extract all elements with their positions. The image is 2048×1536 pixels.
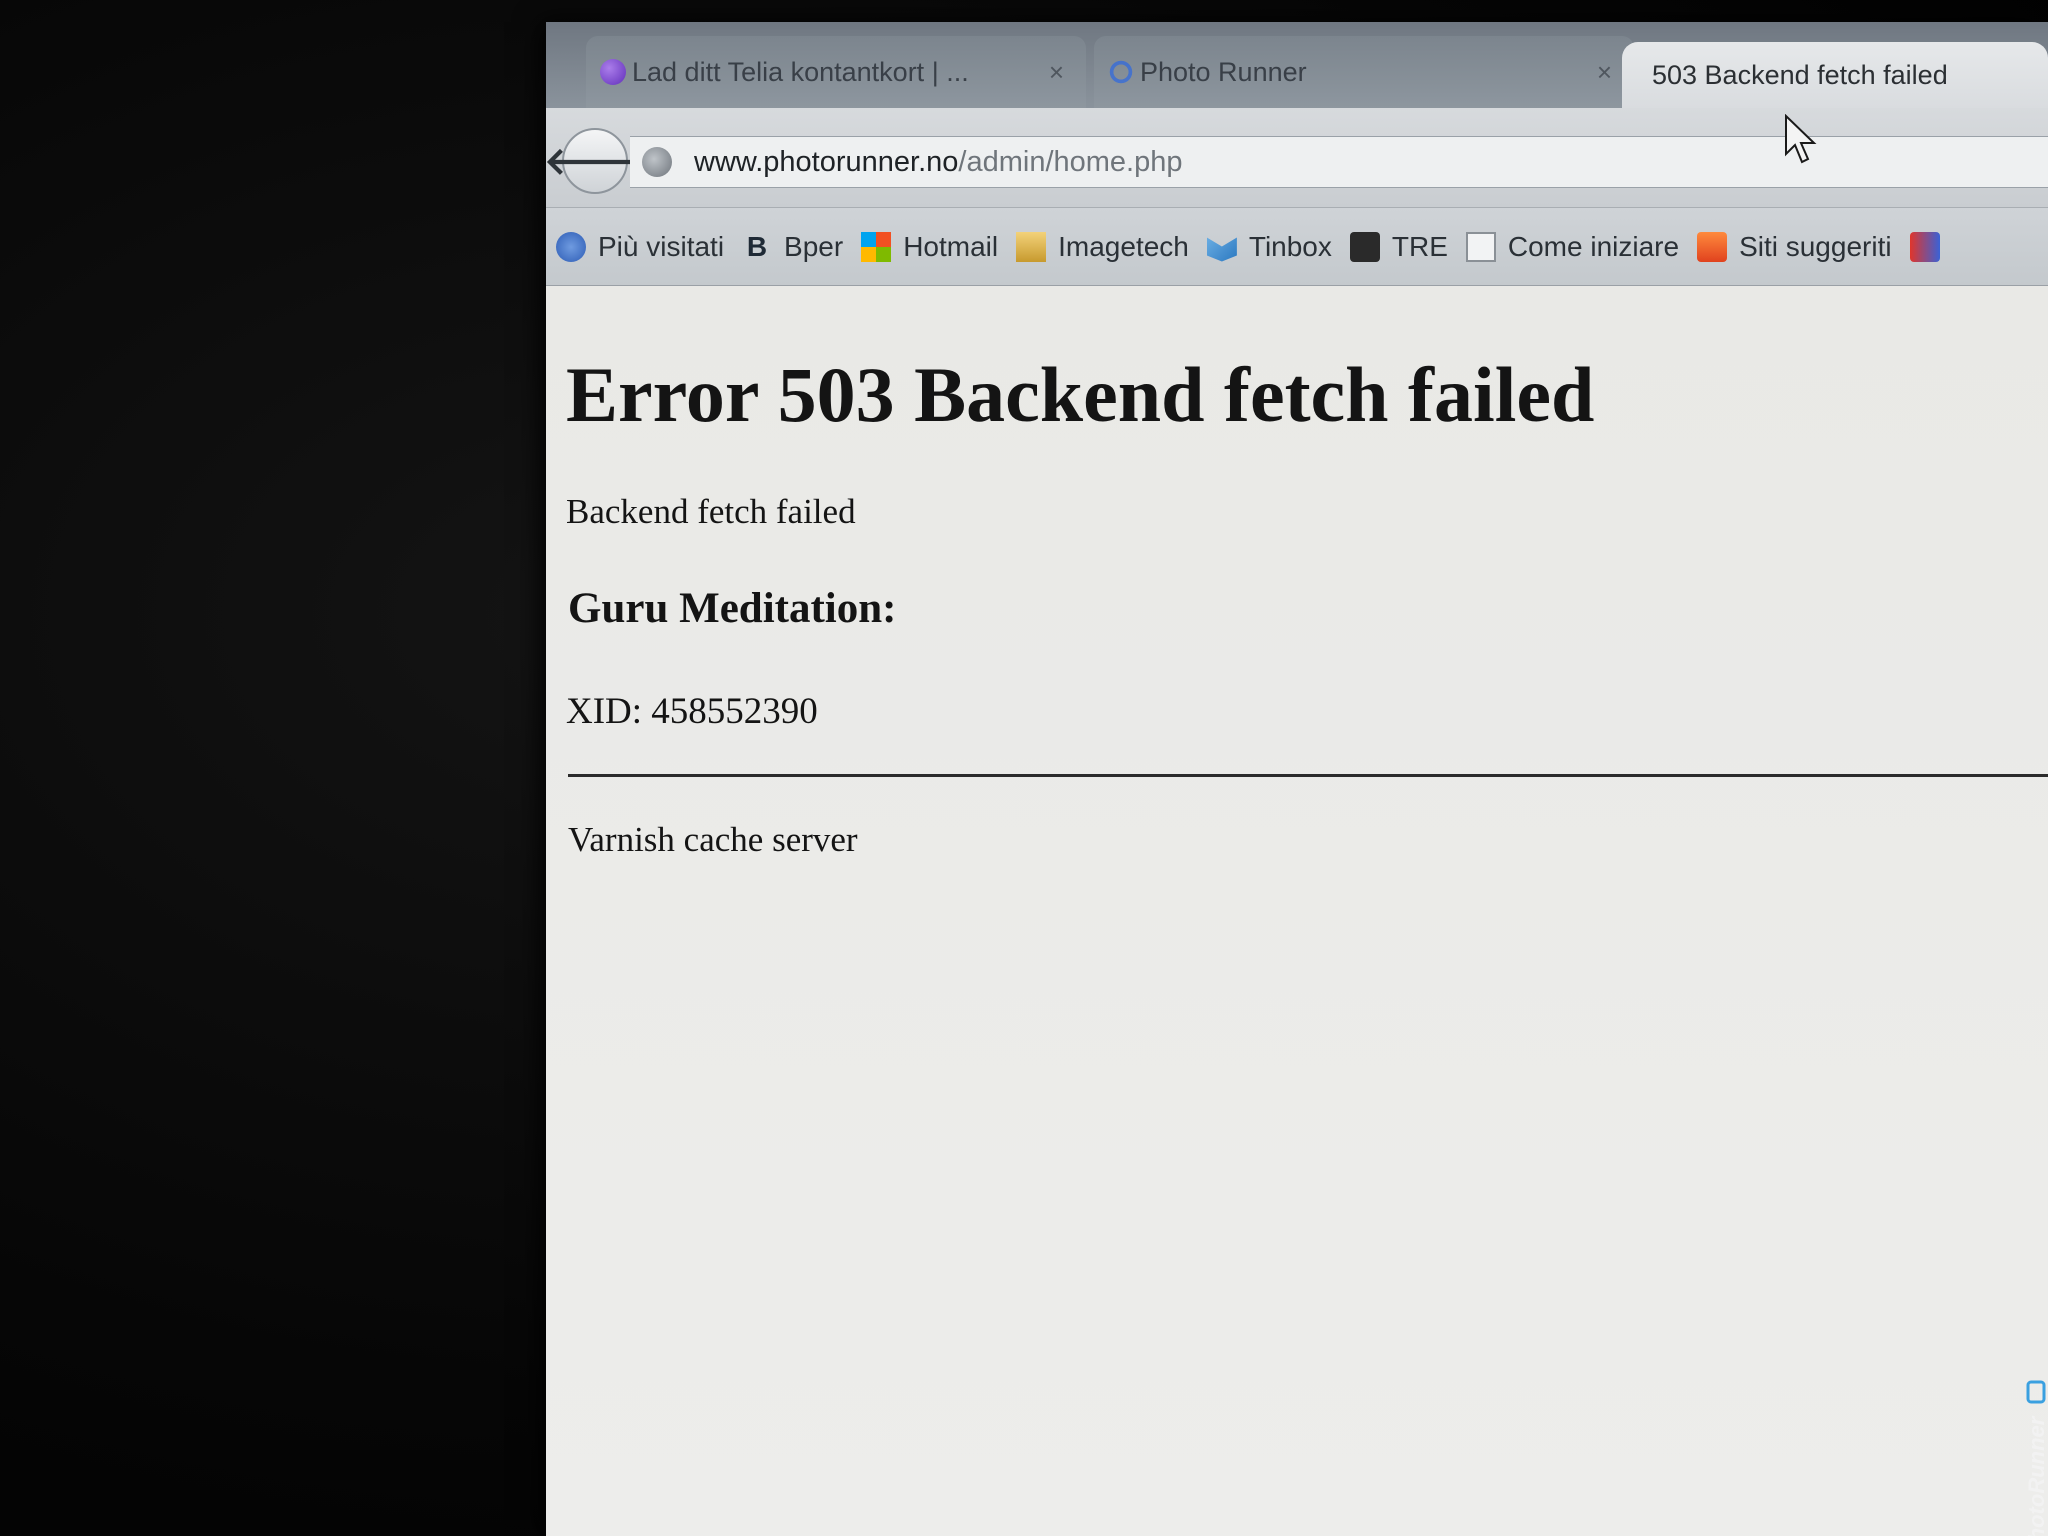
photorunner-icon (1108, 59, 1134, 85)
watermark-label: PhotoRunner (2024, 1415, 2048, 1536)
page-content: Error 503 Backend fetch failed Backend f… (546, 286, 2048, 1536)
server-footer: Varnish cache server (568, 820, 858, 859)
tab-strip: Lad ditt Telia kontantkort | ... × Photo… (546, 22, 2048, 108)
photorunner-watermark: PhotoRunner (2024, 1380, 2048, 1536)
url-path: /admin/home.php (958, 145, 1183, 178)
imagetech-icon (1016, 231, 1047, 262)
most-visited-icon (556, 231, 586, 262)
page-title: Error 503 Backend fetch failed (566, 351, 1595, 438)
bookmark-label: Bper (784, 230, 844, 262)
site-identity-icon[interactable] (642, 147, 672, 177)
tab-telia[interactable]: Lad ditt Telia kontantkort | ... × (586, 36, 1086, 108)
bookmark-tinbox[interactable]: Tinbox (1206, 230, 1332, 263)
hotmail-icon (861, 231, 892, 262)
bookmark-label: Hotmail (903, 230, 999, 262)
mouse-cursor-icon (1785, 114, 1817, 164)
bookmark-hotmail[interactable]: Hotmail (861, 231, 998, 263)
horizontal-rule (568, 774, 2048, 777)
tab-title: 503 Backend fetch failed (1652, 59, 1948, 90)
tab-title: Photo Runner (1140, 56, 1307, 87)
bookmark-label: Tinbox (1248, 230, 1332, 262)
bookmark-come-iniziare[interactable]: Come iniziare (1465, 230, 1680, 263)
bookmark-tre[interactable]: TRE (1349, 230, 1448, 263)
bookmarks-toolbar: Più visitati B Bper Hotmail Imagetech Ti… (546, 208, 2048, 286)
close-icon[interactable]: × (1049, 57, 1064, 88)
come-iniziare-icon (1465, 231, 1496, 262)
bookmark-label: Siti suggeriti (1739, 230, 1892, 262)
navigation-bar: 🡐 www.photorunner.no/admin/home.php (546, 108, 2048, 208)
bookmark-imagetech[interactable]: Imagetech (1016, 231, 1189, 263)
bookmark-siti-suggeriti[interactable]: Siti suggeriti (1697, 231, 1892, 263)
tab-photo-runner[interactable]: Photo Runner × (1094, 36, 1634, 108)
error-message: Backend fetch failed (566, 492, 856, 531)
url-domain: www.photorunner.no (694, 145, 959, 178)
bookmark-label: TRE (1391, 230, 1448, 262)
xid-value: XID: 458552390 (566, 691, 818, 732)
tab-title: Lad ditt Telia kontantkort | ... (632, 56, 969, 87)
bookmark-label: Come iniziare (1507, 230, 1680, 262)
bookmark-label: Imagetech (1058, 230, 1189, 262)
browser-window: Lad ditt Telia kontantkort | ... × Photo… (546, 22, 2048, 1536)
address-bar[interactable]: www.photorunner.no/admin/home.php (630, 136, 2048, 188)
siti-suggeriti-icon (1697, 231, 1728, 262)
bookmark-overflow[interactable] (1909, 231, 1952, 262)
bookmark-label: Più visitati (598, 230, 725, 262)
back-button[interactable]: 🡐 (546, 128, 646, 194)
guru-meditation-heading: Guru Meditation: (568, 585, 897, 632)
bookmark-piu-visitati[interactable]: Più visitati (556, 231, 724, 263)
bookmark-bper[interactable]: B Bper (742, 231, 843, 263)
photo-of-monitor: Lad ditt Telia kontantkort | ... × Photo… (0, 0, 2048, 1536)
tab-503-backend-fetch-failed[interactable]: 503 Backend fetch failed (1622, 42, 2048, 108)
bookmark-overflow-icon (1909, 231, 1940, 262)
telia-icon (600, 59, 626, 85)
tre-icon (1349, 231, 1380, 262)
tinbox-icon (1206, 237, 1237, 262)
close-icon[interactable]: × (1597, 57, 1612, 88)
bper-icon: B (746, 230, 768, 262)
